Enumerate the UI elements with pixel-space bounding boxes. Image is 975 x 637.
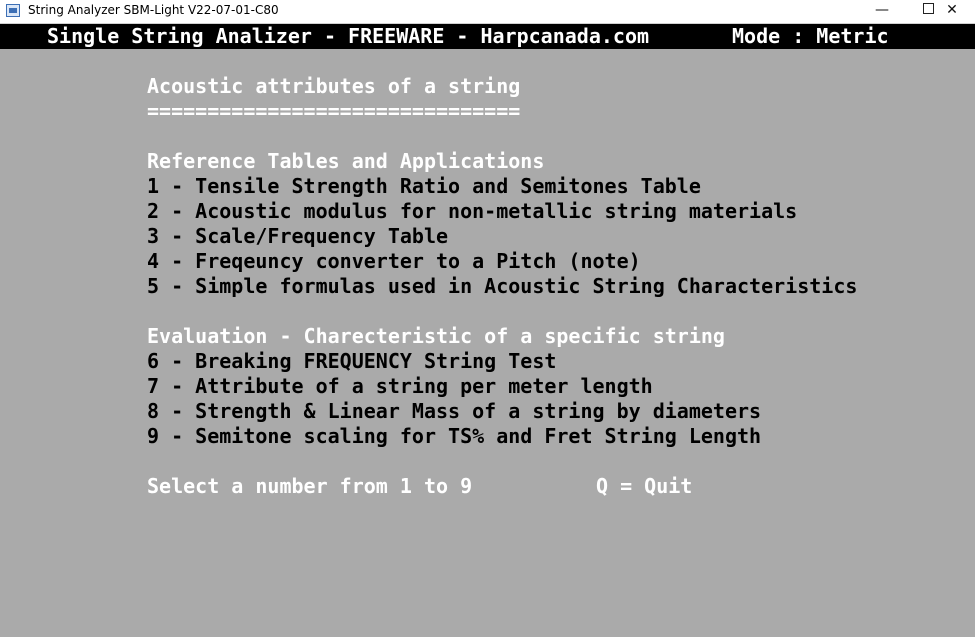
menu-option-8[interactable]: 8 - Strength & Linear Mass of a string b… — [147, 399, 761, 423]
menu-option-3[interactable]: 3 - Scale/Frequency Table — [147, 224, 448, 248]
console-header-bar: Single String Analizer - FREEWARE - Harp… — [0, 24, 975, 49]
window-title: String Analyzer SBM-Light V22-07-01-C80 — [28, 3, 279, 17]
console-app-icon[interactable] — [6, 4, 20, 17]
window-title-bar[interactable]: String Analyzer SBM-Light V22-07-01-C80 … — [0, 0, 975, 24]
program-title: Single String Analizer - FREEWARE - Harp… — [47, 24, 650, 48]
minimize-button[interactable]: — — [859, 0, 905, 23]
menu-title: Acoustic attributes of a string — [147, 74, 521, 98]
menu-option-6[interactable]: 6 - Breaking FREQUENCY String Test — [147, 349, 556, 373]
mode-indicator: Mode : Metric — [732, 24, 889, 48]
section-heading-reference: Reference Tables and Applications — [147, 149, 545, 173]
menu-option-5[interactable]: 5 - Simple formulas used in Acoustic Str… — [147, 274, 857, 298]
title-underline: =============================== — [147, 99, 521, 123]
section-heading-evaluation: Evaluation - Charecteristic of a specifi… — [147, 324, 725, 348]
menu-option-7[interactable]: 7 - Attribute of a string per meter leng… — [147, 374, 653, 398]
menu-option-1[interactable]: 1 - Tensile Strength Ratio and Semitones… — [147, 174, 701, 198]
quit-option[interactable]: Q = Quit — [596, 474, 692, 498]
menu-option-2[interactable]: 2 - Acoustic modulus for non-metallic st… — [147, 199, 797, 223]
close-button[interactable]: ✕ — [929, 0, 975, 23]
menu-option-9[interactable]: 9 - Semitone scaling for TS% and Fret St… — [147, 424, 761, 448]
menu-option-4[interactable]: 4 - Freqeuncy converter to a Pitch (note… — [147, 249, 641, 273]
selection-prompt: Select a number from 1 to 9 — [147, 474, 473, 498]
